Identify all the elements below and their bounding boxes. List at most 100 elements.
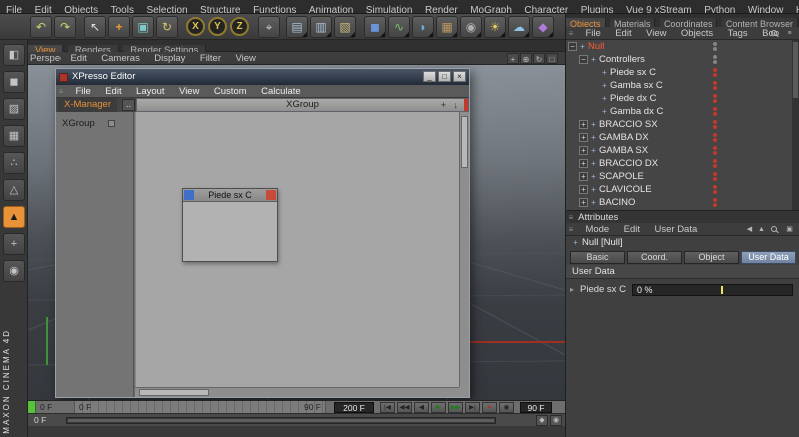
expander-icon[interactable]: + (579, 146, 588, 155)
tree-item-label[interactable]: Piede sx C (610, 66, 656, 79)
tree-row-gamba-dx[interactable]: + + GAMBA DX (566, 131, 792, 144)
play-button[interactable]: ▶ (431, 402, 446, 413)
editor-visibility-dot[interactable] (713, 81, 717, 85)
xpresso-vertical-scrollbar[interactable] (459, 112, 469, 387)
node-titlebar[interactable]: Piede sx C (183, 189, 277, 202)
snap-settings-icon[interactable]: ◉ (3, 260, 25, 282)
tree-item-label[interactable]: Piede dx C (610, 92, 656, 105)
add-camera-icon[interactable]: ◉ (460, 16, 482, 38)
power-slider[interactable] (66, 417, 496, 424)
x-manager-tab[interactable]: X-Manager (58, 98, 117, 112)
tab-coordinates[interactable]: Coordinates (659, 18, 718, 27)
expander-icon[interactable]: + (579, 198, 588, 207)
tree-item-label[interactable]: GAMBA SX (599, 144, 648, 157)
scale-tool-icon[interactable]: ▣ (132, 16, 154, 38)
tree-item-label[interactable]: BRACCIO SX (599, 118, 658, 131)
attr-menu-mode[interactable]: Mode (580, 223, 614, 236)
tree-row-gamba-sx[interactable]: + + GAMBA SX (566, 144, 792, 157)
workplane-mode-icon[interactable]: ▦ (3, 125, 25, 147)
tree-row-gamba-dx-c[interactable]: + Gamba dx C (566, 105, 792, 118)
attr-menu-user-data[interactable]: User Data (650, 223, 703, 236)
tree-item-label[interactable]: Gamba dx C (610, 105, 663, 118)
xgroup-move-icon[interactable]: + (441, 99, 446, 111)
user-data-section-header[interactable]: User Data (566, 265, 799, 279)
render-visibility-dot[interactable] (713, 203, 717, 207)
x-axis-lock-button[interactable]: X (186, 17, 205, 36)
render-visibility-dot[interactable] (713, 47, 717, 51)
close-icon[interactable]: × (453, 71, 466, 82)
viewport-maximize-icon[interactable]: □ (546, 53, 558, 64)
node-list-item-xgroup[interactable]: XGroup (62, 118, 95, 129)
xpresso-canvas[interactable]: Piede sx C (135, 112, 459, 387)
record-keyframe-button[interactable]: ● (482, 402, 497, 413)
tree-item-label[interactable]: BACINO (599, 196, 635, 209)
parent-object-icon[interactable]: ▲ (756, 224, 767, 235)
polygons-mode-icon[interactable]: ▲ (3, 206, 25, 228)
menubar-item-simulation[interactable]: Simulation (362, 4, 417, 13)
om-menu-tags[interactable]: Tags (723, 27, 753, 40)
add-nurbs-icon[interactable]: ◗ (412, 16, 434, 38)
editor-visibility-dot[interactable] (713, 42, 717, 46)
xpresso-menu-edit[interactable]: Edit (100, 85, 126, 98)
tree-row-piede-dx-c[interactable]: + Piede dx C (566, 92, 792, 105)
tree-row-scapole[interactable]: + + SCAPOLE (566, 170, 792, 183)
menubar-item-window[interactable]: Window (744, 4, 788, 13)
add-light-icon[interactable]: ☀ (484, 16, 506, 38)
tree-scrollbar[interactable] (792, 40, 799, 210)
menubar-item-plugins[interactable]: Plugins (577, 4, 618, 13)
add-sky-icon[interactable]: ☁ (508, 16, 530, 38)
render-view-icon[interactable]: ▤ (286, 16, 308, 38)
menubar-item-help[interactable]: Help (792, 4, 799, 13)
xpresso-menu-view[interactable]: View (174, 85, 204, 98)
tree-item-label[interactable]: BRACCIO DX (599, 157, 658, 170)
tree-item-label[interactable]: GAMBA DX (599, 131, 649, 144)
tab-object[interactable]: Object (684, 251, 739, 264)
tree-item-label[interactable]: Gamba sx C (610, 79, 663, 92)
add-deformer-icon[interactable]: ◆ (532, 16, 554, 38)
menubar-item-functions[interactable]: Functions (249, 4, 300, 13)
tree-row-bacino[interactable]: + + BACINO (566, 196, 792, 209)
viewport-pan-icon[interactable]: + (507, 53, 519, 64)
render-visibility-dot[interactable] (713, 125, 717, 129)
render-visibility-dot[interactable] (713, 138, 717, 142)
tree-row-piede-sx-c[interactable]: + Piede sx C (566, 66, 792, 79)
render-picture-viewer-icon[interactable]: ▥ (310, 16, 332, 38)
previous-frame-button[interactable]: ◀ (414, 402, 429, 413)
render-visibility-dot[interactable] (713, 112, 717, 116)
goto-start-button[interactable]: |◀ (380, 402, 395, 413)
menubar-item-character[interactable]: Character (520, 4, 572, 13)
editor-visibility-dot[interactable] (713, 172, 717, 176)
move-tool-icon[interactable]: + (108, 16, 130, 38)
om-menu-file[interactable]: File (580, 27, 605, 40)
xpresso-titlebar[interactable]: XPresso Editor _ □ × (56, 69, 469, 85)
viewport-menu-filter[interactable]: Filter (195, 52, 226, 65)
tree-item-label[interactable]: CLAVICOLE (599, 183, 652, 196)
attr-menu-edit[interactable]: Edit (619, 223, 645, 236)
autokey-button[interactable]: ◉ (499, 402, 514, 413)
tree-item-label[interactable]: SCAPOLE (599, 170, 644, 183)
scrollbar-thumb[interactable] (139, 389, 209, 396)
viewport-menu-cameras[interactable]: Cameras (96, 52, 145, 65)
scrollbar-thumb[interactable] (461, 116, 468, 168)
axis-mode-icon[interactable]: + (3, 233, 25, 255)
stopwatch-icon[interactable]: ◉ (550, 415, 562, 426)
tree-row-controllers[interactable]: − + Controllers (566, 53, 792, 66)
tree-item-label[interactable]: Controllers (599, 53, 645, 66)
viewport-menu-edit[interactable]: Edit (65, 52, 91, 65)
om-menu-edit[interactable]: Edit (610, 27, 636, 40)
render-visibility-dot[interactable] (713, 86, 717, 90)
xgroup-collapse-icon[interactable]: ↓ (454, 99, 459, 111)
viewport-rotate-icon[interactable]: ↻ (533, 53, 545, 64)
render-visibility-dot[interactable] (713, 151, 717, 155)
menubar-item-edit[interactable]: Edit (31, 4, 56, 13)
xpresso-menu-custom[interactable]: Custom (209, 85, 252, 98)
tree-row-clavicole[interactable]: + + CLAVICOLE (566, 183, 792, 196)
z-axis-lock-button[interactable]: Z (230, 17, 249, 36)
search-icon[interactable] (771, 30, 777, 36)
power-slider-range[interactable] (68, 419, 494, 422)
tree-item-label[interactable]: Null (588, 40, 604, 53)
maximize-icon[interactable]: □ (438, 71, 451, 82)
y-axis-lock-button[interactable]: Y (208, 17, 227, 36)
editor-visibility-dot[interactable] (713, 185, 717, 189)
edges-mode-icon[interactable]: △ (3, 179, 25, 201)
